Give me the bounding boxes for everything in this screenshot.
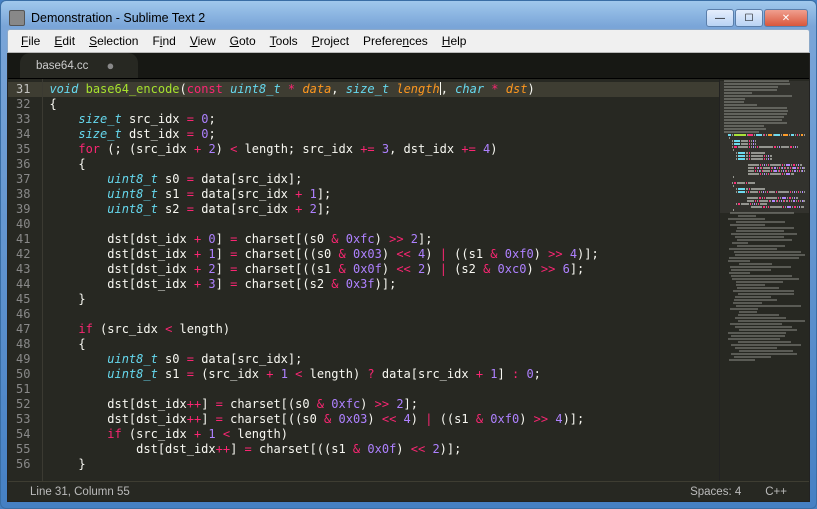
- code-line[interactable]: {: [49, 337, 713, 352]
- menubar: FFileile Edit Selection Find View Goto T…: [7, 29, 810, 53]
- code-area[interactable]: void base64_encode(const uint8_t * data,…: [43, 79, 719, 481]
- tabbar[interactable]: base64.cc ●: [8, 53, 809, 79]
- line-number[interactable]: 32: [16, 97, 30, 112]
- window-controls: — ☐ ✕: [706, 9, 808, 27]
- line-number[interactable]: 38: [16, 187, 30, 202]
- menu-tools[interactable]: Tools: [263, 32, 305, 50]
- code-line[interactable]: dst[dst_idx + 3] = charset[(s2 & 0x3f)];: [49, 277, 713, 292]
- code-line[interactable]: void base64_encode(const uint8_t * data,…: [43, 82, 719, 97]
- line-number[interactable]: 35: [16, 142, 30, 157]
- code-line[interactable]: [49, 307, 713, 322]
- code-line[interactable]: dst[dst_idx++] = charset[((s1 & 0x0f) <<…: [49, 442, 713, 457]
- code-line[interactable]: [49, 382, 713, 397]
- close-button[interactable]: ✕: [764, 9, 808, 27]
- line-number[interactable]: 36: [16, 157, 30, 172]
- code-line[interactable]: uint8_t s0 = data[src_idx];: [49, 352, 713, 367]
- code-line[interactable]: uint8_t s0 = data[src_idx];: [49, 172, 713, 187]
- tab-active[interactable]: base64.cc ●: [20, 53, 138, 78]
- menu-project[interactable]: Project: [305, 32, 356, 50]
- minimap[interactable]: [719, 79, 809, 481]
- line-number[interactable]: 50: [16, 367, 30, 382]
- line-number[interactable]: 52: [16, 397, 30, 412]
- code-line[interactable]: size_t dst_idx = 0;: [49, 127, 713, 142]
- line-number[interactable]: 55: [16, 442, 30, 457]
- window-title: Demonstration - Sublime Text 2: [31, 11, 706, 25]
- menu-view[interactable]: View: [183, 32, 223, 50]
- code-line[interactable]: uint8_t s1 = (src_idx + 1 < length) ? da…: [49, 367, 713, 382]
- code-line[interactable]: if (src_idx + 1 < length): [49, 427, 713, 442]
- line-number[interactable]: 46: [16, 307, 30, 322]
- maximize-button[interactable]: ☐: [735, 9, 763, 27]
- line-number[interactable]: 47: [16, 322, 30, 337]
- line-number[interactable]: 45: [16, 292, 30, 307]
- line-number[interactable]: 54: [16, 427, 30, 442]
- line-number[interactable]: 51: [16, 382, 30, 397]
- code-line[interactable]: dst[dst_idx + 1] = charset[((s0 & 0x03) …: [49, 247, 713, 262]
- minimize-button[interactable]: —: [706, 9, 734, 27]
- menu-help[interactable]: Help: [435, 32, 474, 50]
- line-number[interactable]: 56: [16, 457, 30, 472]
- menu-find[interactable]: Find: [145, 32, 182, 50]
- menu-selection[interactable]: Selection: [82, 32, 145, 50]
- code-line[interactable]: {: [49, 97, 713, 112]
- status-position[interactable]: Line 31, Column 55: [18, 486, 142, 498]
- line-number[interactable]: 39: [16, 202, 30, 217]
- line-number[interactable]: 44: [16, 277, 30, 292]
- code-line[interactable]: for (; (src_idx + 2) < length; src_idx +…: [49, 142, 713, 157]
- line-number[interactable]: 48: [16, 337, 30, 352]
- menu-preferences[interactable]: Preferences: [356, 32, 435, 50]
- line-number[interactable]: 34: [16, 127, 30, 142]
- menu-goto[interactable]: Goto: [223, 32, 263, 50]
- menu-edit[interactable]: Edit: [47, 32, 82, 50]
- status-syntax[interactable]: C++: [753, 486, 799, 498]
- code-line[interactable]: }: [49, 292, 713, 307]
- code-line[interactable]: if (src_idx < length): [49, 322, 713, 337]
- code-line[interactable]: dst[dst_idx + 2] = charset[((s1 & 0x0f) …: [49, 262, 713, 277]
- code-line[interactable]: size_t src_idx = 0;: [49, 112, 713, 127]
- gutter[interactable]: 3132333435363738394041424344454647484950…: [8, 79, 43, 481]
- line-number[interactable]: 41: [16, 232, 30, 247]
- minimap-viewport[interactable]: [720, 81, 809, 213]
- editor-frame: base64.cc ● 3132333435363738394041424344…: [7, 53, 810, 502]
- code-line[interactable]: uint8_t s2 = data[src_idx + 2];: [49, 202, 713, 217]
- code-line[interactable]: }: [49, 457, 713, 472]
- statusbar: Line 31, Column 55 Spaces: 4 C++: [8, 481, 809, 501]
- status-indent[interactable]: Spaces: 4: [678, 486, 753, 498]
- line-number[interactable]: 40: [16, 217, 30, 232]
- dirty-indicator-icon: ●: [106, 58, 114, 73]
- code-line[interactable]: dst[dst_idx + 0] = charset[(s0 & 0xfc) >…: [49, 232, 713, 247]
- line-number[interactable]: 49: [16, 352, 30, 367]
- code-line[interactable]: uint8_t s1 = data[src_idx + 1];: [49, 187, 713, 202]
- code-line[interactable]: {: [49, 157, 713, 172]
- editor-body: 3132333435363738394041424344454647484950…: [8, 79, 809, 481]
- code-line[interactable]: dst[dst_idx++] = charset[(s0 & 0xfc) >> …: [49, 397, 713, 412]
- menu-file[interactable]: FFileile: [14, 32, 47, 50]
- app-icon: [9, 10, 25, 26]
- line-number[interactable]: 42: [16, 247, 30, 262]
- tab-label: base64.cc: [36, 60, 88, 72]
- line-number[interactable]: 43: [16, 262, 30, 277]
- code-line[interactable]: [49, 217, 713, 232]
- line-number[interactable]: 37: [16, 172, 30, 187]
- line-number[interactable]: 53: [16, 412, 30, 427]
- code-line[interactable]: dst[dst_idx++] = charset[((s0 & 0x03) <<…: [49, 412, 713, 427]
- line-number[interactable]: 31: [8, 82, 42, 97]
- line-number[interactable]: 33: [16, 112, 30, 127]
- app-window: Demonstration - Sublime Text 2 — ☐ ✕ FFi…: [0, 0, 817, 509]
- titlebar[interactable]: Demonstration - Sublime Text 2 — ☐ ✕: [7, 7, 810, 29]
